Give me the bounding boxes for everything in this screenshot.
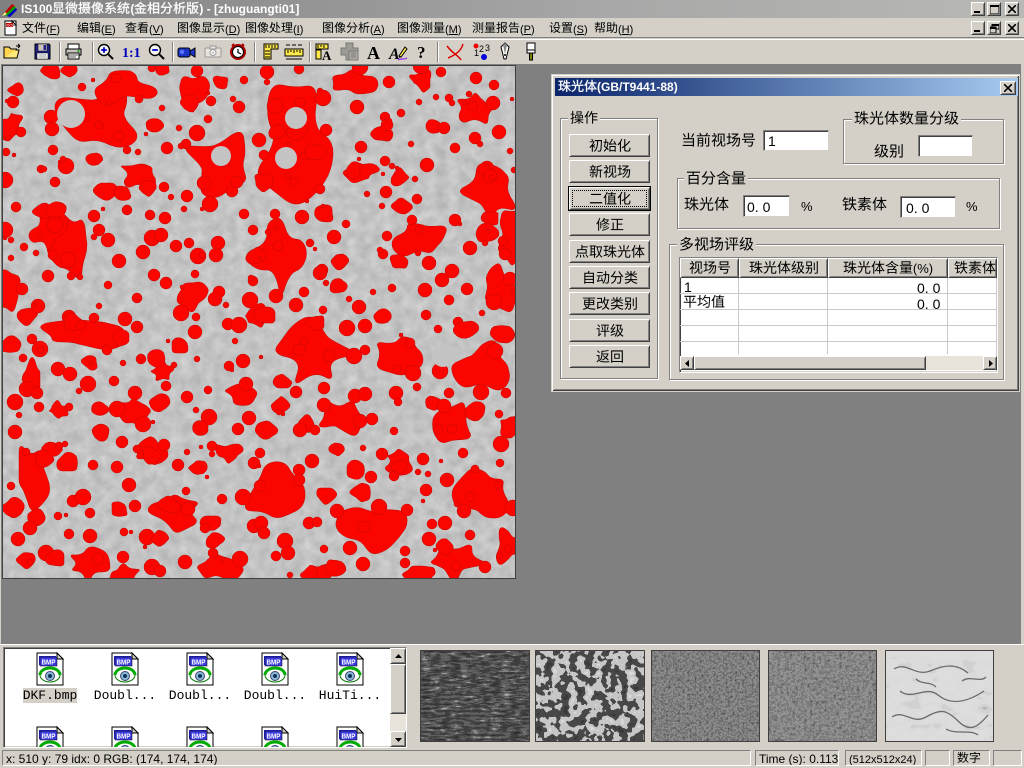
svg-text:1:1: 1:1	[122, 46, 141, 61]
svg-text:BMP: BMP	[42, 660, 56, 667]
svg-text:2: 2	[479, 44, 484, 54]
svg-text:A: A	[367, 43, 380, 62]
svg-text:BMP: BMP	[267, 660, 281, 667]
svg-text:?: ?	[417, 43, 426, 62]
svg-text:BMP: BMP	[342, 734, 356, 741]
svg-text:BMP: BMP	[117, 660, 131, 667]
svg-text:BMP: BMP	[342, 660, 356, 667]
svg-text:BMP: BMP	[267, 734, 281, 741]
svg-text:BMP: BMP	[117, 734, 131, 741]
svg-text:DOC: DOC	[7, 23, 16, 28]
svg-text:BMP: BMP	[42, 734, 56, 741]
svg-text:A: A	[322, 48, 332, 62]
svg-text:BMP: BMP	[192, 734, 206, 741]
svg-text:3: 3	[485, 43, 490, 53]
svg-text:BMP: BMP	[192, 660, 206, 667]
